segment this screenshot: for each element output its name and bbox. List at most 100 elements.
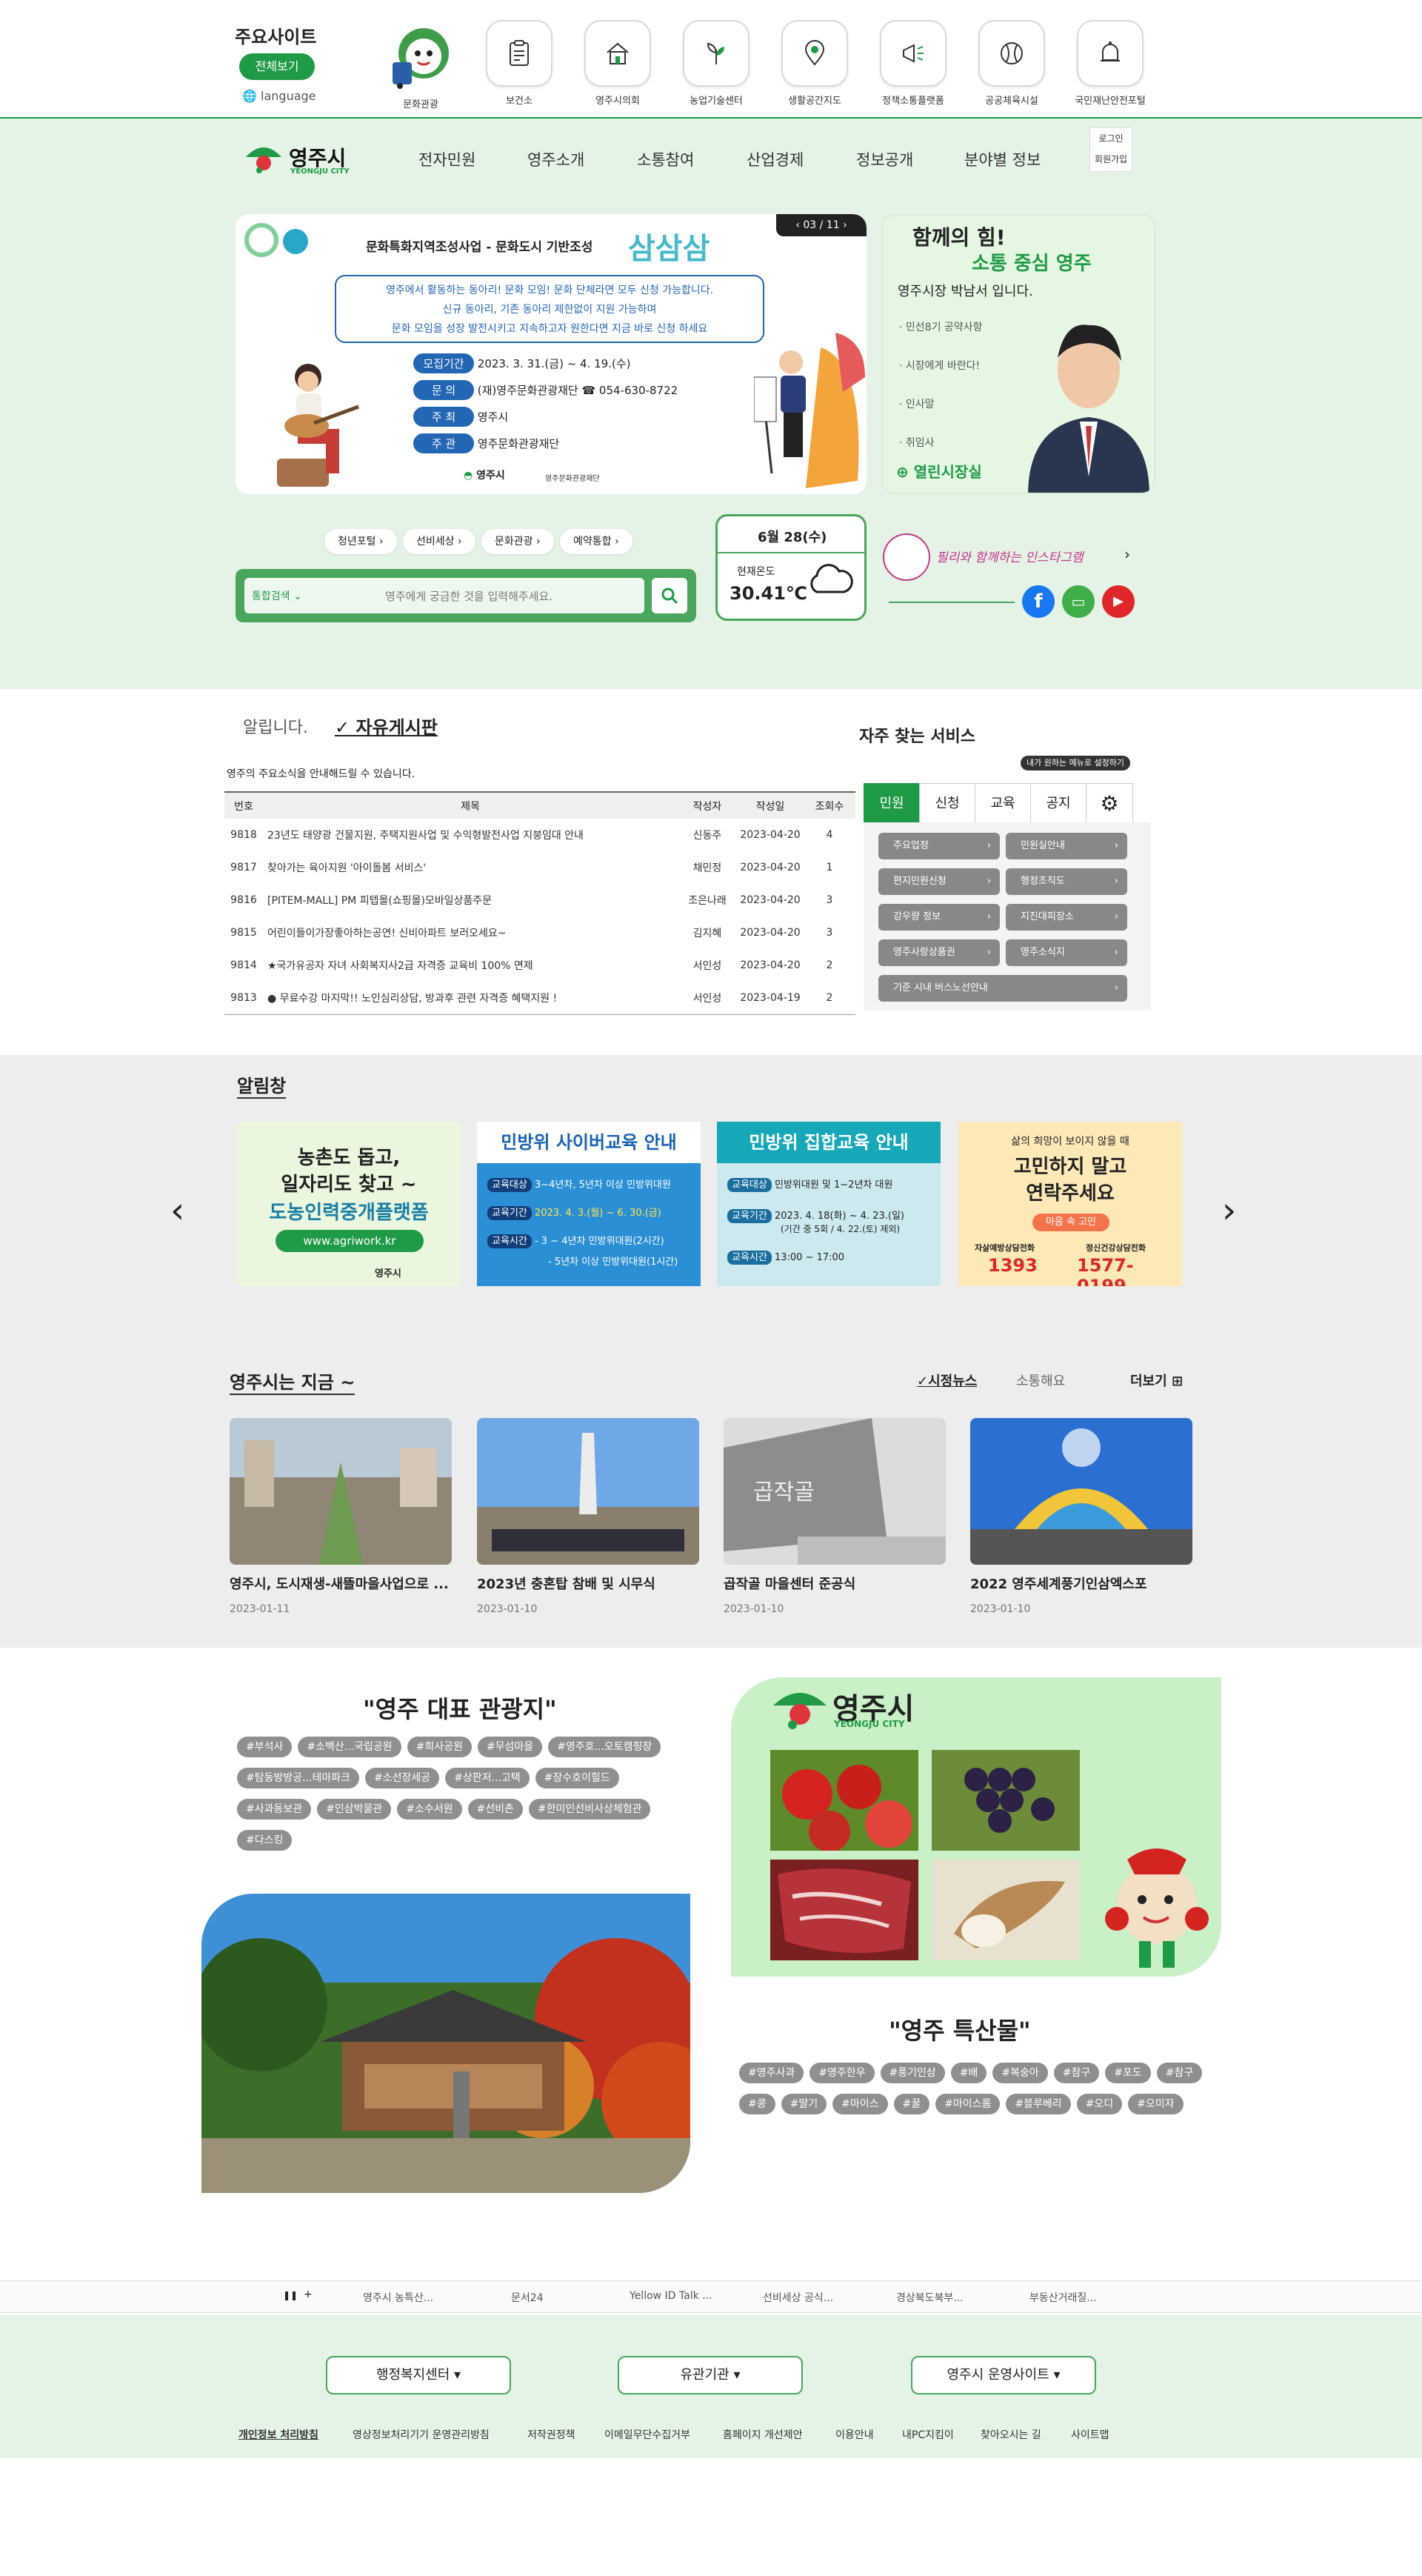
search-scope-select[interactable]: 통합검색 ⌄: [252, 588, 302, 603]
tour-tag[interactable]: #희사공원: [407, 1737, 472, 1757]
site-disaster-portal[interactable]: 국민재난안전포털: [1075, 20, 1146, 107]
login-link[interactable]: 로그인: [1090, 128, 1132, 149]
city-logo[interactable]: 영주시 YEONGJU CITY: [243, 141, 361, 178]
tour-tag[interactable]: #탐동방방공...테마파크: [237, 1768, 360, 1788]
special-tag[interactable]: #마이스: [832, 2094, 888, 2114]
related-site-link[interactable]: 경상북도북부...: [896, 2290, 964, 2305]
related-site-link[interactable]: 영주시 농특산...: [363, 2290, 433, 2305]
special-tag[interactable]: #콩: [739, 2094, 775, 2114]
quick-link-tourism[interactable]: 문화관광 ›: [481, 529, 554, 554]
service-item[interactable]: 영주소식지 ›: [1006, 939, 1127, 966]
tour-tag[interactable]: #부석사: [237, 1737, 293, 1757]
footer-link-pc-guard[interactable]: 내PC지킴이: [902, 2427, 954, 2442]
news-title[interactable]: 2022 영주세계풍기인삼엑스포: [970, 1574, 1192, 1593]
banner-pager[interactable]: ‹ 03 / 11 ›: [776, 214, 867, 236]
search-input[interactable]: 통합검색 ⌄ 영주에게 궁금한 것을 입력해주세요.: [244, 578, 644, 613]
tour-tag[interactable]: #장수호이힐드: [535, 1768, 619, 1788]
site-city-council[interactable]: 영주시의회: [582, 20, 653, 107]
site-policy-platform[interactable]: 정책소통플랫폼: [878, 20, 949, 107]
tour-tag[interactable]: #사과동보관: [237, 1799, 312, 1820]
special-tag[interactable]: #풍기인삼: [880, 2063, 945, 2083]
alert-card-group-edu[interactable]: 민방위 집합교육 안내 교육대상 민방위대원 및 1~2년차 대원 교육기간 2…: [717, 1122, 941, 1286]
news-thumb-1[interactable]: [230, 1418, 452, 1565]
quick-link-youth[interactable]: 청년포털 ›: [324, 529, 397, 554]
nav-item-economy[interactable]: 산업경제: [747, 148, 804, 170]
tour-tag[interactable]: #소수서원: [397, 1799, 462, 1820]
customize-menu-badge[interactable]: 내가 원하는 메뉴로 설정하기: [1021, 756, 1130, 771]
footer-link-privacy[interactable]: 개인정보 처리방침: [238, 2427, 318, 2442]
news-title[interactable]: 곱작골 마을센터 준공식: [724, 1574, 946, 1593]
special-tag[interactable]: #마이스롬: [935, 2094, 1001, 2114]
more-link[interactable]: 더보기 ⊞: [1130, 1371, 1183, 1390]
select-related-org[interactable]: 유관기관 ▾: [618, 2356, 803, 2394]
table-row[interactable]: 9818 23년도 태양광 건물지원, 주택지원사업 및 수익형발전사업 지붕임대…: [224, 819, 855, 851]
open-mayor-office-link[interactable]: ⊕ 열린시장실: [896, 460, 982, 482]
special-tag[interactable]: #복숭아: [992, 2063, 1048, 2083]
news-thumb-2[interactable]: [477, 1418, 699, 1565]
service-item[interactable]: 행정조직도 ›: [1006, 868, 1127, 895]
plus-icon[interactable]: +: [304, 2289, 313, 2300]
site-tourism[interactable]: 문화관광: [385, 16, 456, 110]
site-agri-center[interactable]: 농업기술센터: [681, 20, 752, 107]
select-admin-center[interactable]: 행정복지센터 ▾: [326, 2356, 511, 2394]
select-operated-sites[interactable]: 영주시 운영사이트 ▾: [911, 2356, 1096, 2394]
table-row[interactable]: 9813 ● 무료수강 마지막!! 노인심리상담, 방과후 관련 자격증 혜택지원…: [224, 982, 855, 1014]
tab-apply[interactable]: 신청: [919, 783, 975, 823]
special-tag[interactable]: #꿀: [893, 2094, 930, 2114]
tab-education[interactable]: 교육: [975, 783, 1031, 823]
footer-link-cctv[interactable]: 영상정보처리기기 운영관리방침: [353, 2427, 490, 2442]
tab-civil[interactable]: 민원: [864, 783, 920, 823]
news-title[interactable]: 2023년 충혼탑 참배 및 시무식: [477, 1574, 699, 1593]
next-arrow-icon[interactable]: ›: [1222, 1190, 1236, 1231]
service-item[interactable]: 편지민원신청 ›: [878, 868, 1000, 895]
footer-link-email[interactable]: 이메일무단수집거부: [604, 2427, 690, 2442]
site-living-map[interactable]: 생활공간지도: [779, 20, 850, 107]
mayor-menu-greeting[interactable]: · 인사말: [899, 396, 935, 411]
tour-tag[interactable]: #다스킹: [237, 1830, 293, 1851]
footer-link-copyright[interactable]: 저작권정책: [527, 2427, 575, 2442]
facebook-icon[interactable]: f: [1022, 585, 1055, 618]
alert-card-suicide-prevention[interactable]: 삶의 희망이 보이지 않을 때 고민하지 말고 연락주세요 마음 속 고민 자살…: [958, 1122, 1182, 1286]
special-tag[interactable]: #영주한우: [810, 2063, 875, 2083]
tour-tag[interactable]: #선비촌: [467, 1799, 523, 1820]
prev-arrow-icon[interactable]: ‹: [170, 1190, 184, 1231]
special-tag[interactable]: #블루베리: [1006, 2094, 1071, 2114]
alert-card-agriwork[interactable]: 농촌도 돕고, 일자리도 찾고 ~ 도농인력중개플랫폼 www.agriwork…: [237, 1122, 461, 1286]
mayor-menu-pledges[interactable]: · 민선8기 공약사항: [899, 319, 982, 334]
tab-communication[interactable]: 소통해요: [1016, 1371, 1065, 1390]
youtube-icon[interactable]: ▶: [1102, 585, 1135, 618]
pause-icon[interactable]: ❚❚: [283, 2290, 298, 2300]
special-tag[interactable]: #오디: [1076, 2094, 1123, 2114]
special-tag[interactable]: #딸기: [781, 2094, 827, 2114]
site-health-center[interactable]: 보건소: [484, 20, 555, 107]
related-site-link[interactable]: Yellow ID Talk ...: [630, 2290, 712, 2302]
view-all-button[interactable]: 전체보기: [239, 53, 315, 80]
main-banner[interactable]: 문화특화지역조성사업 - 문화도시 기반조성 삼삼삼 ‹ 03 / 11 › 영…: [236, 214, 867, 494]
service-item[interactable]: 지진대피장소 ›: [1006, 904, 1127, 931]
news-thumb-4[interactable]: [970, 1418, 1192, 1565]
tour-tag[interactable]: #무섬마을: [477, 1737, 543, 1757]
footer-link-directions[interactable]: 찾아오시는 길: [981, 2427, 1041, 2442]
nav-item-participation[interactable]: 소통참여: [637, 148, 694, 170]
special-tag[interactable]: #영주사과: [739, 2063, 804, 2083]
quick-link-seonbi[interactable]: 선비세상 ›: [403, 529, 475, 554]
service-item[interactable]: 영주사랑상품권 ›: [878, 939, 1000, 966]
news-title[interactable]: 영주시, 도시재생-새뜰마을사업으로 ...: [230, 1574, 452, 1593]
related-site-link[interactable]: 부동산거래질...: [1029, 2290, 1097, 2305]
footer-link-sitemap[interactable]: 사이트맵: [1071, 2427, 1109, 2442]
table-row[interactable]: 9817 찾아가는 육아지원 '아이돌봄 서비스' 채민정 2023-04-20 1: [224, 851, 855, 884]
footer-link-feedback[interactable]: 홈페이지 개선제안: [723, 2427, 803, 2442]
footer-link-usage[interactable]: 이용안내: [835, 2427, 874, 2442]
table-row[interactable]: 9815 어린이들이가장좋아하는공연! 신비아파트 보러오세요~ 김지혜 2023-0…: [224, 916, 855, 949]
nav-item-disclosure[interactable]: 정보공개: [856, 148, 913, 170]
table-row[interactable]: 9814 ★국가유공자 자녀 사회복지사2급 자격증 교육비 100% 면제 서인성…: [224, 949, 855, 982]
language-selector[interactable]: 🌐 language: [242, 89, 316, 103]
quick-link-reservation[interactable]: 예약통합 ›: [560, 529, 632, 554]
nav-item-intro[interactable]: 영주소개: [527, 148, 584, 170]
tour-tag[interactable]: #인삼박물관: [317, 1799, 392, 1820]
special-tag[interactable]: #오미자: [1128, 2094, 1184, 2114]
tour-tag[interactable]: #한미인선비사상체험관: [528, 1799, 651, 1820]
chat-icon[interactable]: ▭: [1062, 585, 1095, 618]
news-thumb-3[interactable]: 곱작골: [724, 1418, 946, 1565]
search-button[interactable]: [652, 578, 687, 613]
